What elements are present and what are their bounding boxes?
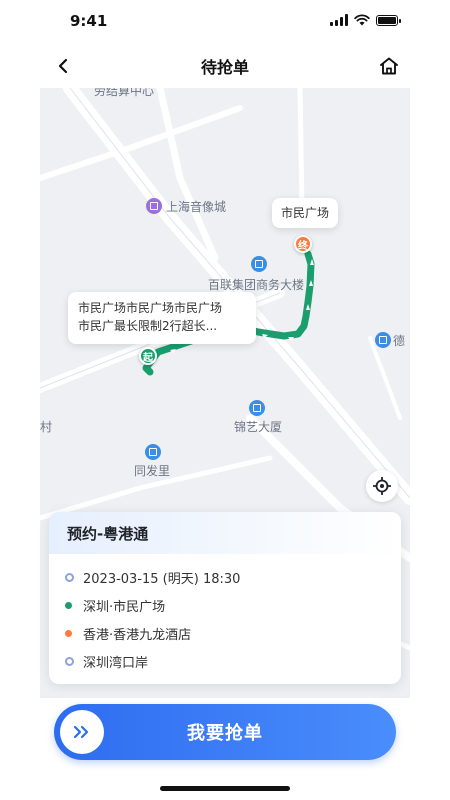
- port-icon: [65, 657, 74, 666]
- poi-label: 百联集团商务大楼: [208, 278, 305, 292]
- building-icon: [146, 198, 162, 214]
- status-icons: [330, 14, 401, 26]
- order-start: 深圳·市民广场: [83, 600, 166, 615]
- start-bubble-line-2: 市民广最长限制2行超长...: [78, 319, 218, 333]
- end-bubble-text: 市民广场: [281, 206, 329, 220]
- poi-label: 德: [393, 334, 406, 348]
- order-time: 2023-03-15 (明天) 18:30: [83, 572, 241, 587]
- locate-icon: [373, 477, 391, 495]
- order-port: 深圳湾口岸: [83, 656, 149, 671]
- order-end: 香港·香港九龙酒店: [83, 628, 192, 643]
- nav-bar: 待抢单: [40, 44, 410, 88]
- start-dot-icon: [65, 602, 72, 609]
- grab-order-label: 我要抢单: [187, 723, 263, 744]
- start-bubble-line-1: 市民广场市民广场市民广场: [78, 301, 223, 315]
- start-location-bubble[interactable]: 市民广场市民广场市民广场 市民广最长限制2行超长...: [68, 292, 256, 344]
- home-indicator: [160, 786, 290, 791]
- clock-icon: [65, 573, 74, 582]
- battery-icon: [376, 14, 401, 26]
- order-card[interactable]: 预约-粤港通 2023-03-15 (明天) 18:30 深圳·市民广场 香港·…: [49, 512, 401, 684]
- status-time: 9:41: [70, 12, 108, 30]
- end-location-bubble[interactable]: 市民广场: [272, 198, 338, 228]
- order-time-row: 2023-03-15 (明天) 18:30: [65, 568, 240, 587]
- order-port-row: 深圳湾口岸: [65, 652, 148, 671]
- poi-label: 劳结算中心: [94, 88, 155, 98]
- order-end-row: 香港·香港九龙酒店: [65, 624, 191, 643]
- signal-icon: [330, 14, 348, 26]
- order-start-row: 深圳·市民广场: [65, 596, 165, 615]
- order-title: 预约-粤港通: [49, 512, 401, 554]
- home-button[interactable]: [376, 53, 402, 79]
- start-pin-icon: 起: [139, 347, 157, 365]
- building-icon: [375, 332, 391, 348]
- building-icon: [145, 444, 161, 460]
- building-icon: [249, 400, 265, 416]
- double-chevron-right-icon: [60, 710, 104, 754]
- poi-label: 上海音像城: [166, 200, 227, 214]
- status-bar: 9:41: [0, 0, 450, 44]
- building-icon: [251, 256, 267, 272]
- home-icon: [380, 57, 398, 75]
- end-pin-icon: 终: [294, 235, 312, 253]
- grab-order-button[interactable]: 我要抢单: [54, 704, 396, 760]
- poi-label: 同发里: [134, 464, 171, 478]
- page-title: 待抢单: [200, 58, 249, 77]
- locate-button[interactable]: [366, 470, 398, 502]
- poi-label: 村: [40, 420, 53, 434]
- poi-label: 锦艺大厦: [234, 420, 283, 434]
- end-dot-icon: [65, 630, 72, 637]
- wifi-icon: [354, 14, 370, 26]
